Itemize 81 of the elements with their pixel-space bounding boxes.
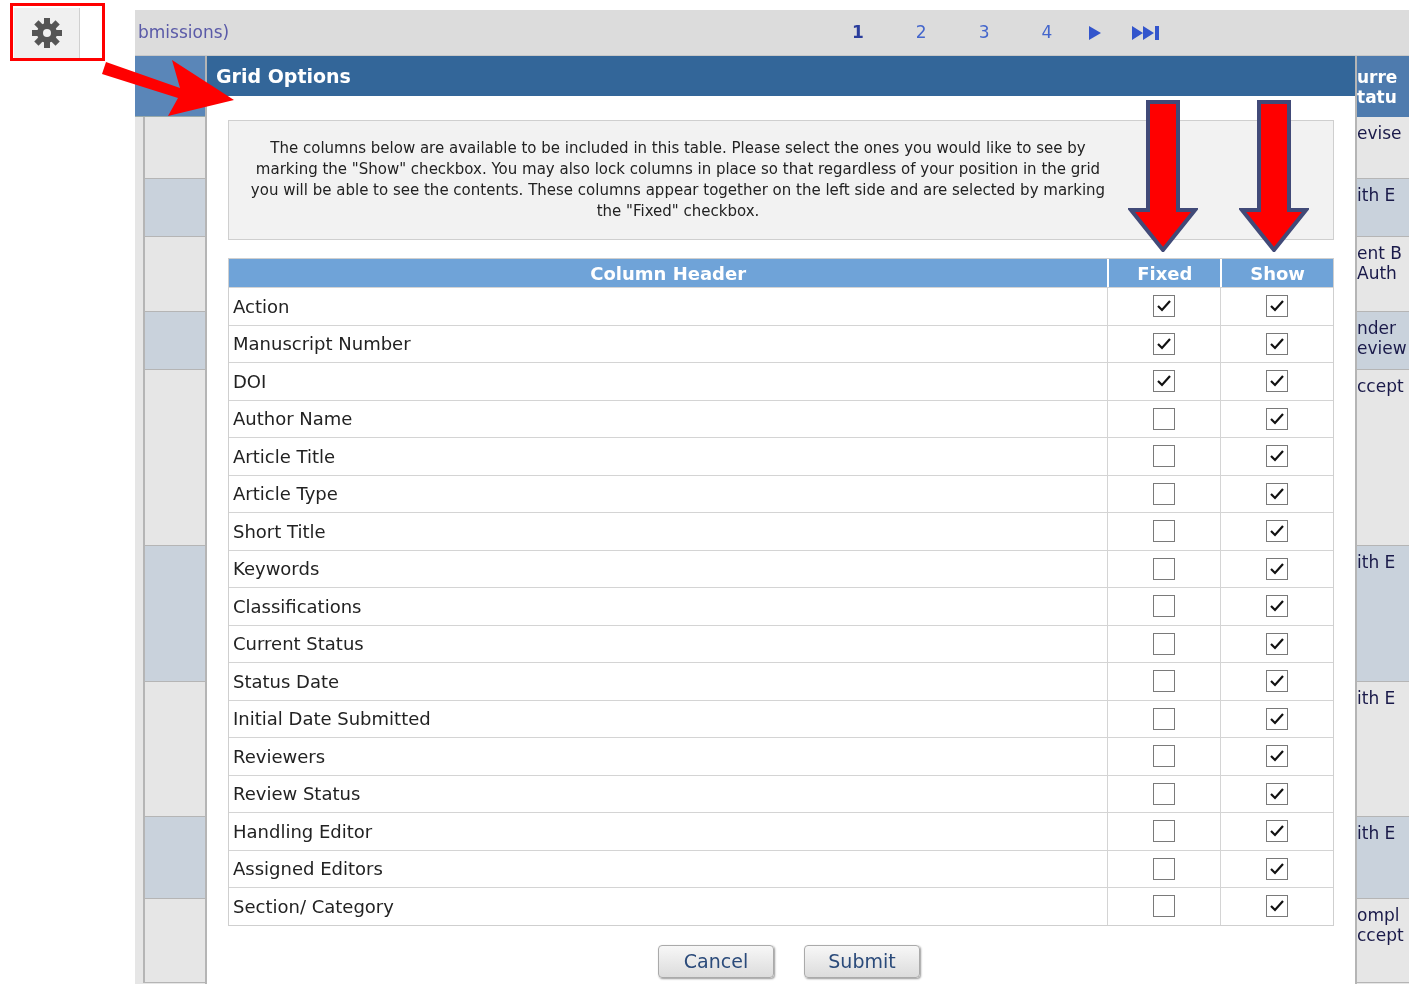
column-name: Status Date [233,669,340,694]
column-name: Initial Date Submitted [233,707,431,732]
checkbox[interactable] [1266,632,1289,655]
checkbox[interactable] [1266,782,1289,805]
column-name: Handling Editor [233,819,373,844]
checkbox[interactable] [1153,332,1176,355]
cell-text: ith E [1357,688,1397,708]
page-link[interactable]: 3 [978,19,990,46]
checkbox[interactable] [1153,482,1176,505]
checkbox[interactable] [1266,857,1289,880]
dialog-button[interactable]: Cancel [658,944,774,978]
cell-text: ith E [1357,185,1397,205]
checkbox[interactable] [1153,445,1176,468]
last-page-icon[interactable] [1132,24,1161,41]
checkbox[interactable] [1266,820,1289,843]
checkbox[interactable] [1266,370,1289,393]
page-link[interactable]: 1 [852,19,864,46]
column-name: Classifications [233,594,362,619]
checkbox[interactable] [1266,670,1289,693]
cell-text: ccept [1357,925,1405,945]
settings-button[interactable] [14,8,80,58]
checkbox[interactable] [1153,857,1176,880]
column-name: Article Title [233,444,336,469]
checkbox[interactable] [1153,707,1176,730]
column-header-text: tatu [1357,86,1398,107]
checkbox[interactable] [1266,707,1289,730]
dialog-title: Grid Options [216,63,351,89]
checkbox[interactable] [1153,557,1176,580]
checkbox[interactable] [1266,520,1289,543]
cell-text: Auth [1357,263,1398,283]
column-name: DOI [233,369,267,394]
column-name: Author Name [233,407,353,432]
cell-text: ith E [1357,823,1397,843]
checkbox[interactable] [1153,895,1176,918]
column-name: Current Status [233,632,364,657]
column-heading: Fixed [1107,259,1221,287]
page-link[interactable]: 4 [1041,19,1053,46]
checkbox[interactable] [1266,482,1289,505]
checkbox[interactable] [1153,295,1176,318]
column-heading: Show [1220,259,1333,287]
checkbox[interactable] [1153,595,1176,618]
cell-text: evise [1357,123,1403,143]
column-name: Article Type [233,482,338,507]
checkbox[interactable] [1153,782,1176,805]
checkbox[interactable] [1266,295,1289,318]
cell-text: eview [1357,338,1408,358]
checkbox[interactable] [1153,632,1176,655]
checkbox[interactable] [1153,745,1176,768]
checkbox[interactable] [1266,557,1289,580]
column-name: Reviewers [233,744,326,769]
cell-text: ith E [1357,552,1397,572]
column-name: Assigned Editors [233,857,383,882]
checkbox[interactable] [1266,745,1289,768]
column-name: Section/ Category [233,894,394,919]
checkbox[interactable] [1266,445,1289,468]
gear-icon [30,17,63,49]
checkbox[interactable] [1266,407,1289,430]
dialog-button[interactable]: Submit [804,944,920,978]
checkbox[interactable] [1153,670,1176,693]
cell-text: nder [1357,318,1397,338]
page-link[interactable]: 2 [915,19,927,46]
description-text: The columns below are available to be included in this table. Please select the ones you would like to see by marking the "Show" checkbox. You may also lock columns in place so that regardless of your position in the grid you will be able to see the contents. These columns appear together on the left side and are selected by marking the "Fixed" checkbox. [249,138,1107,222]
column-name: Keywords [233,557,320,582]
checkbox[interactable] [1266,595,1289,618]
checkbox[interactable] [1266,332,1289,355]
checkbox[interactable] [1153,370,1176,393]
column-name: Review Status [233,782,361,807]
checkbox[interactable] [1153,520,1176,543]
next-page-icon[interactable] [1088,24,1103,41]
checkbox[interactable] [1153,407,1176,430]
column-name: Short Title [233,519,326,544]
column-heading: Column Header [589,261,748,286]
grid-title: bmissions) [138,20,231,44]
cell-text: ent B [1357,243,1403,263]
column-name: Action [233,294,290,319]
cell-text: ompl [1357,905,1401,925]
checkbox[interactable] [1153,820,1176,843]
column-header-text: urre [1357,66,1399,87]
checkbox[interactable] [1266,895,1289,918]
cell-text: ccept [1357,376,1405,396]
column-name: Manuscript Number [233,332,411,357]
